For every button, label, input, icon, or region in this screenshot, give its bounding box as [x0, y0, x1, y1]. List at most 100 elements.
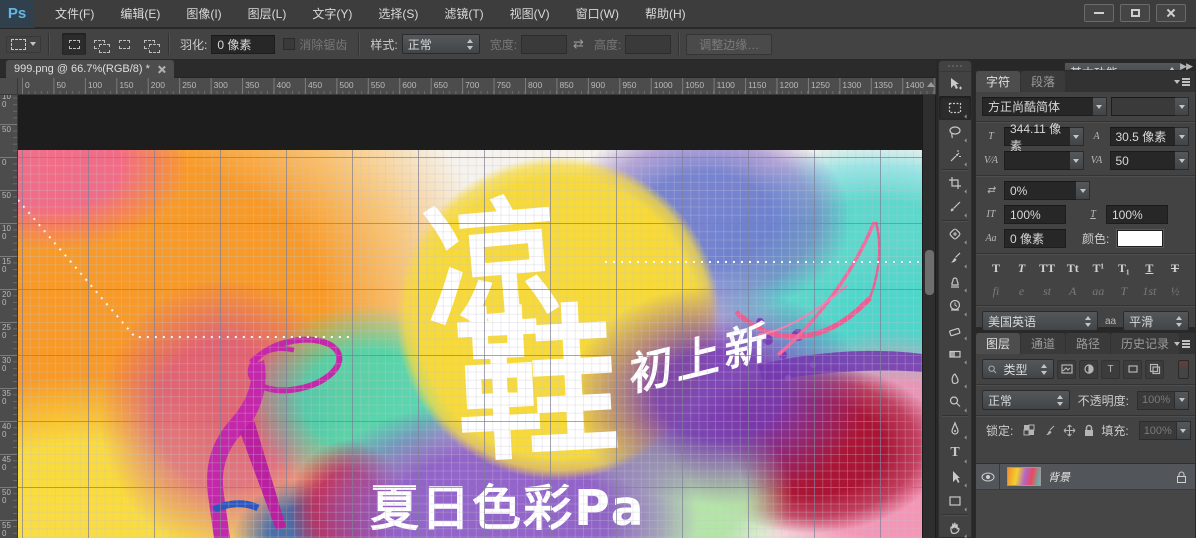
panel-menu-icon[interactable]: [1174, 77, 1190, 87]
pen-tool[interactable]: [939, 417, 971, 441]
filter-type-layers-icon[interactable]: T: [1101, 359, 1120, 379]
ligatures-button[interactable]: fi: [984, 282, 1008, 301]
leading-dropdown[interactable]: 30.5 像素: [1109, 127, 1189, 146]
ordinals-button[interactable]: 1st: [1137, 282, 1161, 301]
path-selection-tool[interactable]: [939, 465, 971, 489]
opacity-dropdown[interactable]: 100%: [1137, 390, 1190, 410]
font-size-dropdown[interactable]: 344.11 像素: [1004, 122, 1084, 153]
rectangular-marquee-tool[interactable]: [939, 96, 971, 120]
intersect-selection-button[interactable]: [137, 33, 161, 55]
strikethrough-button[interactable]: Ŧ: [1163, 259, 1187, 278]
layer-filter-dropdown[interactable]: 类型: [982, 359, 1054, 379]
vertical-scrollbar[interactable]: [922, 95, 935, 538]
crop-tool[interactable]: [939, 171, 971, 195]
add-selection-button[interactable]: [87, 33, 111, 55]
menu-item[interactable]: 文件(F): [42, 0, 107, 28]
lasso-tool[interactable]: [939, 120, 971, 144]
titling-alternates-button[interactable]: T: [1112, 282, 1136, 301]
language-dropdown[interactable]: 美国英语: [982, 311, 1098, 331]
all-caps-button[interactable]: TT: [1035, 259, 1059, 278]
maximize-button[interactable]: [1120, 4, 1150, 22]
menu-item[interactable]: 视图(V): [497, 0, 563, 28]
new-selection-button[interactable]: [62, 33, 86, 55]
minimize-button[interactable]: [1084, 4, 1114, 22]
canvas-image[interactable]: 凉 鞋 初上新 夏日色彩Pa: [18, 150, 922, 538]
hand-tool[interactable]: [939, 516, 971, 538]
text-color-swatch[interactable]: [1117, 230, 1164, 247]
kerning-dropdown[interactable]: [1004, 151, 1084, 170]
toolbar-grip[interactable]: [939, 61, 971, 72]
lock-pixels-icon[interactable]: [1043, 424, 1056, 437]
tracking-dropdown[interactable]: 50: [1109, 151, 1189, 170]
horizontal-scale-input[interactable]: 100%: [1106, 205, 1168, 224]
scrollbar-thumb[interactable]: [925, 250, 934, 295]
feather-input[interactable]: 0 像素: [211, 34, 276, 54]
menu-item[interactable]: 窗口(W): [563, 0, 632, 28]
font-style-dropdown[interactable]: [1110, 97, 1189, 116]
filter-shape-layers-icon[interactable]: [1123, 359, 1142, 379]
lock-all-icon[interactable]: [1083, 424, 1095, 437]
width-input[interactable]: [521, 34, 568, 54]
type-tool[interactable]: T: [939, 441, 971, 465]
layer-row-background[interactable]: 背景: [976, 463, 1195, 490]
subscript-button[interactable]: T₁: [1112, 259, 1136, 278]
menu-item[interactable]: 选择(S): [365, 0, 431, 28]
fill-dropdown[interactable]: 100%: [1138, 421, 1191, 440]
smudge-tool[interactable]: [939, 366, 971, 390]
swap-dimensions-icon[interactable]: ⇄: [573, 36, 584, 52]
lock-transparency-icon[interactable]: [1023, 424, 1036, 437]
visibility-toggle[interactable]: [976, 463, 1000, 490]
filter-pixel-layers-icon[interactable]: [1057, 359, 1076, 379]
filtering-toggle[interactable]: [1178, 359, 1189, 379]
font-family-dropdown[interactable]: 方正尚酷简体: [982, 97, 1107, 116]
superscript-button[interactable]: T¹: [1086, 259, 1110, 278]
eraser-tool[interactable]: [939, 318, 971, 342]
document-tab[interactable]: 999.png @ 66.7%(RGB/8) *: [6, 60, 174, 78]
brush-tool[interactable]: [939, 246, 971, 270]
layer-thumbnail[interactable]: [1007, 467, 1041, 486]
eyedropper-tool[interactable]: [939, 195, 971, 219]
dodge-tool[interactable]: [939, 390, 971, 414]
panel-menu-icon[interactable]: [1174, 339, 1190, 349]
menu-item[interactable]: 编辑(E): [107, 0, 173, 28]
fractions-button[interactable]: ½: [1163, 282, 1187, 301]
tab-history[interactable]: 历史记录: [1111, 333, 1180, 354]
faux-italic-button[interactable]: T: [1010, 259, 1034, 278]
proportional-spacing-dropdown[interactable]: 0%: [1004, 181, 1090, 200]
clone-stamp-tool[interactable]: [939, 270, 971, 294]
lock-position-icon[interactable]: [1063, 424, 1076, 437]
tab-paths[interactable]: 路径: [1066, 333, 1111, 354]
underline-button[interactable]: T: [1137, 259, 1161, 278]
menu-item[interactable]: 文字(Y): [299, 0, 365, 28]
tool-preset-picker[interactable]: [6, 35, 41, 53]
antialias-checkbox[interactable]: [283, 38, 296, 50]
style-dropdown[interactable]: 正常: [401, 34, 480, 54]
close-button[interactable]: [1156, 4, 1186, 22]
gradient-tool[interactable]: [939, 342, 971, 366]
magic-wand-tool[interactable]: [939, 144, 971, 168]
move-tool[interactable]: [939, 72, 971, 96]
tab-paragraph[interactable]: 段落: [1021, 71, 1066, 92]
blend-mode-dropdown[interactable]: 正常: [982, 390, 1070, 410]
swash-button[interactable]: A: [1061, 282, 1085, 301]
menu-item[interactable]: 帮助(H): [632, 0, 699, 28]
antialias-dropdown[interactable]: 平滑: [1123, 311, 1189, 331]
spot-healing-brush-tool[interactable]: [939, 222, 971, 246]
contextual-alternates-button[interactable]: e: [1010, 282, 1034, 301]
menu-item[interactable]: 图层(L): [235, 0, 300, 28]
filter-adjustment-layers-icon[interactable]: [1079, 359, 1098, 379]
refine-edge-button[interactable]: 调整边缘…: [686, 33, 773, 55]
subtract-selection-button[interactable]: [112, 33, 136, 55]
tab-character[interactable]: 字符: [976, 71, 1021, 92]
tab-channels[interactable]: 通道: [1021, 333, 1066, 354]
history-brush-tool[interactable]: [939, 294, 971, 318]
shape-tool[interactable]: [939, 489, 971, 513]
menu-item[interactable]: 滤镜(T): [431, 0, 496, 28]
menu-item[interactable]: 图像(I): [173, 0, 234, 28]
stylistic-alternates-button[interactable]: aa: [1086, 282, 1110, 301]
tab-close-icon[interactable]: [158, 65, 166, 73]
baseline-shift-input[interactable]: 0 像素: [1004, 229, 1066, 248]
horizontal-ruler[interactable]: 0 50 100 150 200 250 300 350 400 450 500 550 600 650 7…: [18, 78, 936, 95]
discretionary-ligatures-button[interactable]: st: [1035, 282, 1059, 301]
height-input[interactable]: [625, 34, 672, 54]
